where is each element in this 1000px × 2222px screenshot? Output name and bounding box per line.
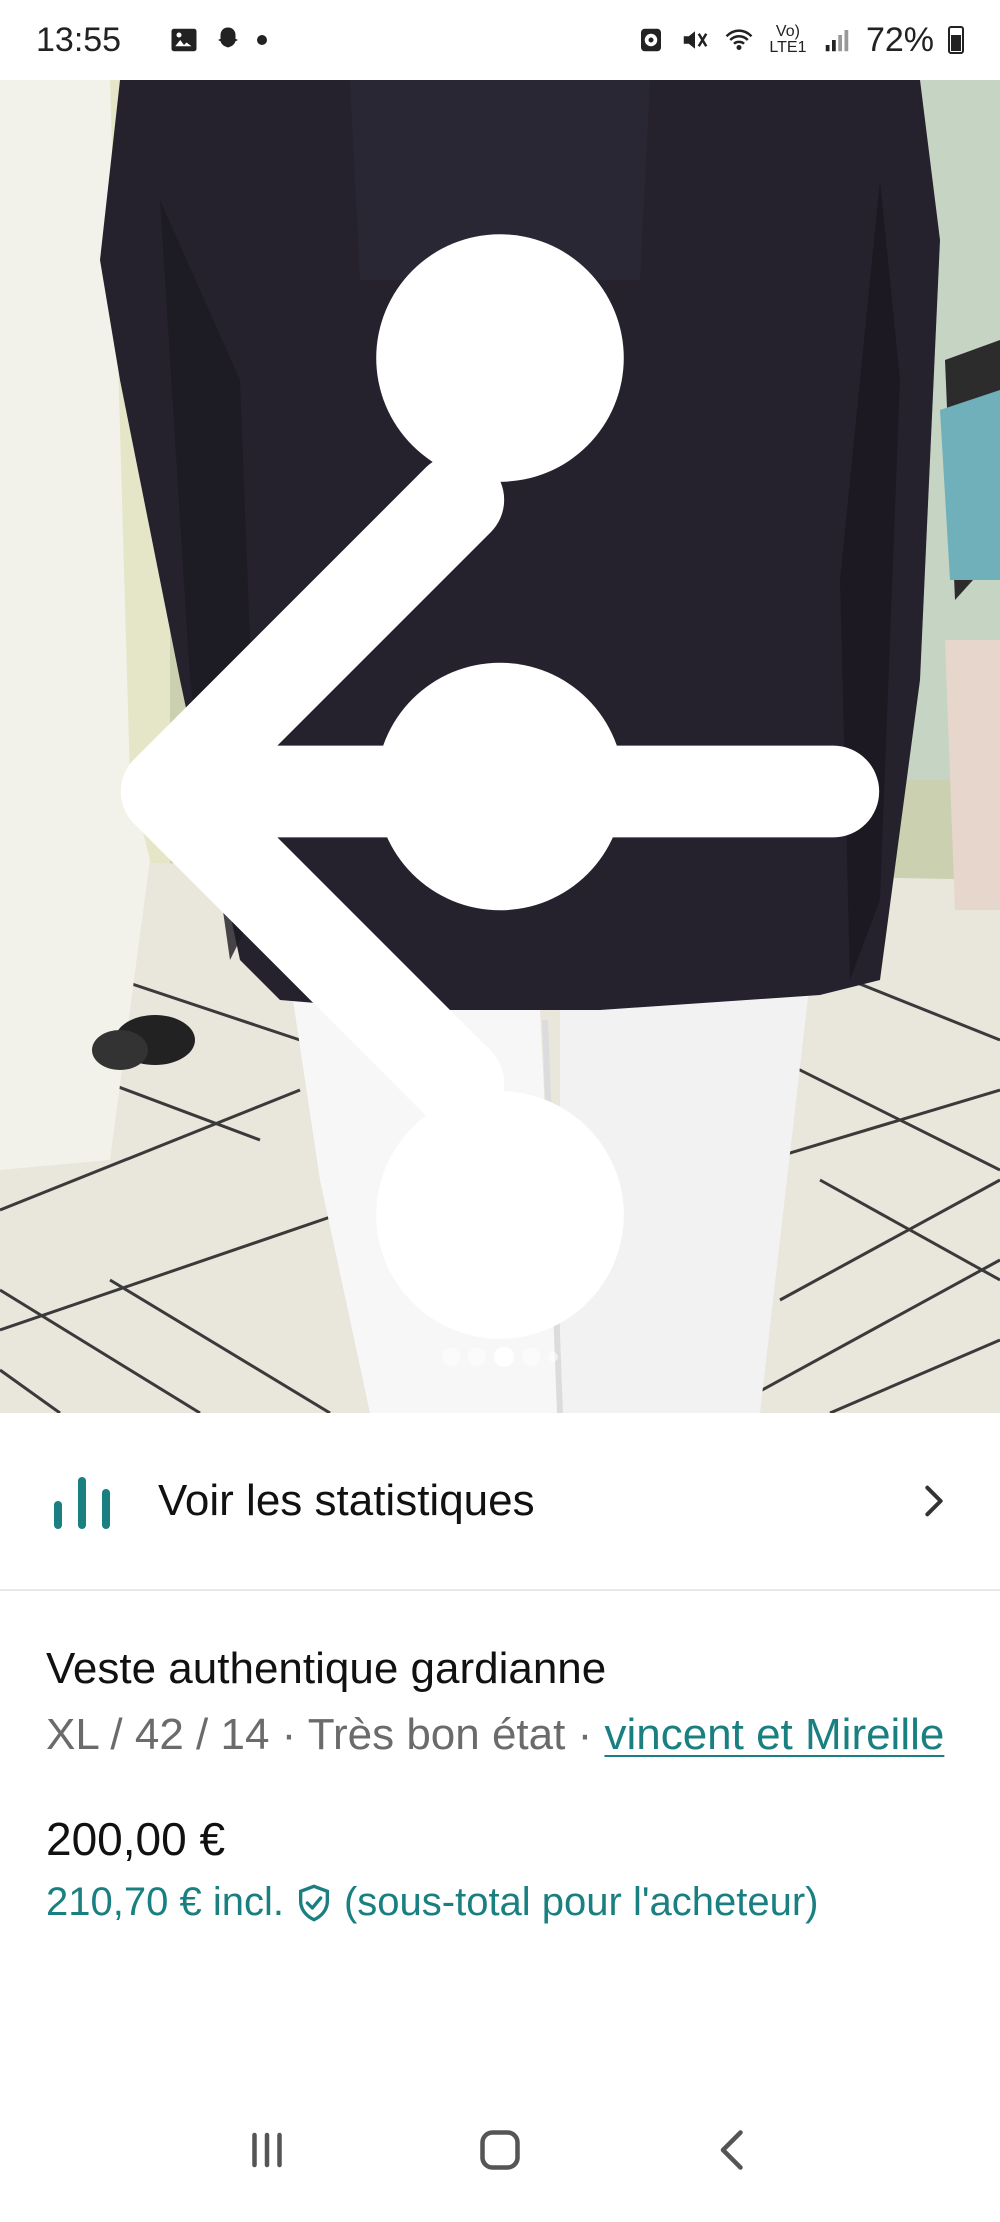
item-meta: XL / 42 / 14 · Très bon état · vincent e… bbox=[46, 1702, 956, 1768]
view-statistics-row[interactable]: Voir les statistiques bbox=[0, 1413, 1000, 1591]
signal-icon bbox=[825, 30, 849, 52]
bar-chart-icon bbox=[54, 1477, 110, 1529]
item-title: Veste authentique gardianne bbox=[46, 1644, 607, 1693]
buyer-price: 210,70 € incl. bbox=[46, 1880, 284, 1924]
item-size-condition: XL / 42 / 14 · Très bon état · bbox=[46, 1710, 605, 1759]
product-photo[interactable] bbox=[0, 80, 1000, 1413]
buyer-price-row[interactable]: 210,70 € incl. (sous-total pour l'achete… bbox=[46, 1880, 956, 1925]
network-label: Vo) LTE1 bbox=[769, 23, 807, 56]
chevron-right-icon bbox=[925, 1485, 943, 1517]
gallery-icon bbox=[171, 28, 197, 52]
carousel-dot[interactable] bbox=[548, 1352, 558, 1362]
mute-icon bbox=[683, 31, 708, 49]
back-nav-icon[interactable] bbox=[703, 2120, 763, 2180]
brand-link[interactable]: vincent et Mireille bbox=[604, 1710, 944, 1759]
notification-dot-icon bbox=[257, 35, 268, 45]
more-vert-icon[interactable] bbox=[0, 120, 1000, 1413]
snapchat-icon bbox=[218, 27, 239, 48]
carousel-dot-active[interactable] bbox=[494, 1347, 514, 1367]
battery-percent: 72% bbox=[865, 20, 934, 59]
system-nav-bar bbox=[0, 2110, 1000, 2190]
statistics-label: Voir les statistiques bbox=[158, 1476, 535, 1525]
home-icon[interactable] bbox=[470, 2120, 530, 2180]
carousel-dot[interactable] bbox=[468, 1348, 486, 1366]
carousel-dot[interactable] bbox=[442, 1348, 460, 1366]
item-details: Veste authentique gardianne XL / 42 / 14… bbox=[46, 1640, 956, 1925]
recent-apps-icon[interactable] bbox=[237, 2120, 297, 2180]
item-price: 200,00 € bbox=[46, 1813, 226, 1865]
carousel-indicator bbox=[0, 1347, 1000, 1367]
carousel-dot[interactable] bbox=[522, 1348, 540, 1366]
buyer-price-note: (sous-total pour l'acheteur) bbox=[343, 1880, 819, 1924]
status-time: 13:55 bbox=[36, 20, 122, 59]
shield-check-icon bbox=[298, 1884, 329, 1921]
status-bar: 13:55 Vo) LTE1 72% bbox=[0, 0, 1000, 80]
alarm-icon bbox=[640, 28, 661, 52]
battery-icon bbox=[948, 26, 964, 54]
wifi-icon bbox=[725, 29, 753, 50]
